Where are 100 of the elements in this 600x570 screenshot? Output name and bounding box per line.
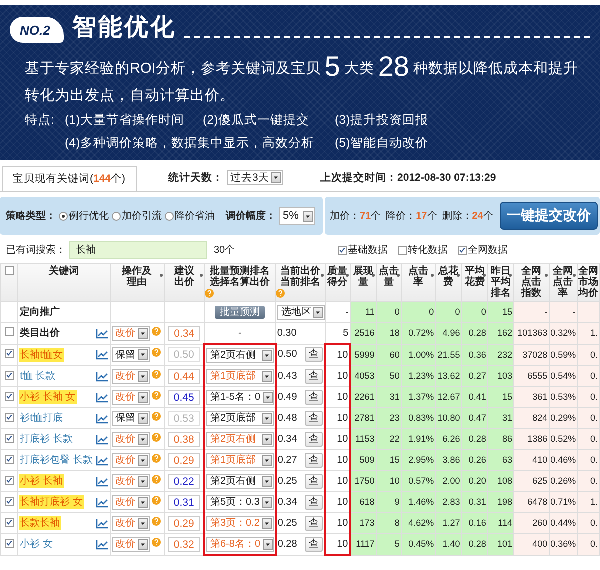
- checkbox[interactable]: [4, 538, 14, 548]
- sort-icon[interactable]: [396, 274, 400, 277]
- range-dropdown[interactable]: 5%: [279, 207, 315, 225]
- chart-icon[interactable]: [96, 370, 109, 382]
- strategy-radio[interactable]: 加价引流: [112, 209, 162, 223]
- bid-field[interactable]: 0.22: [168, 474, 200, 488]
- chart-icon[interactable]: [96, 412, 109, 424]
- caret-icon: [138, 370, 148, 382]
- caret-icon: [313, 306, 324, 318]
- table-cell: 18: [376, 322, 402, 344]
- checkbox[interactable]: [4, 327, 14, 336]
- tab[interactable]: 宝贝现有关键词(144个): [2, 166, 137, 190]
- table-cell: 232: [488, 344, 514, 366]
- check-button[interactable]: 查: [305, 494, 324, 510]
- caret-icon: [138, 454, 148, 466]
- action-dropdown[interactable]: 保留: [112, 410, 150, 426]
- feature-text: (5)智能自动改价: [335, 135, 430, 152]
- help-icon: [152, 412, 161, 420]
- days-dropdown[interactable]: 过去3天: [226, 170, 283, 185]
- checkbox[interactable]: [4, 412, 14, 422]
- table-cell: 0.20: [462, 470, 488, 492]
- chart-icon[interactable]: [96, 434, 109, 444]
- chart-icon[interactable]: [96, 392, 109, 402]
- checkbox[interactable]: [458, 246, 468, 254]
- table-cell: 0.30: [276, 322, 326, 344]
- check-button[interactable]: 查: [305, 347, 324, 362]
- features-label: 特点:: [25, 112, 56, 129]
- rank-dropdown[interactable]: 第2页右侧: [206, 474, 274, 488]
- check-button[interactable]: 查: [305, 368, 324, 384]
- check-button[interactable]: 查: [305, 516, 324, 530]
- caret-icon: [138, 518, 148, 528]
- table-cell: 0.47: [462, 408, 488, 428]
- table-cell: 31: [488, 408, 514, 428]
- table-cell: 0.16: [462, 512, 488, 534]
- submit-button[interactable]: 一键提交改价: [500, 202, 598, 230]
- checkbox[interactable]: [4, 476, 14, 484]
- table-cell: 0.53%: [549, 386, 578, 408]
- batch-predict-button[interactable]: 批量预测: [215, 306, 266, 319]
- strategy-radio[interactable]: 例行优化: [59, 209, 109, 223]
- table-cell: 86: [488, 428, 514, 450]
- chart-icon[interactable]: [96, 496, 109, 508]
- checkbox[interactable]: [4, 518, 14, 526]
- strategy-radio[interactable]: 降价省油: [165, 209, 215, 223]
- sort-icon[interactable]: [457, 274, 460, 277]
- chart-icon[interactable]: [96, 328, 109, 339]
- check-button[interactable]: 查: [305, 536, 324, 552]
- current-bid: 0.48: [278, 412, 298, 424]
- checkbox[interactable]: [398, 246, 408, 254]
- chart-icon[interactable]: [96, 538, 109, 550]
- sort-icon[interactable]: [483, 274, 486, 277]
- rank-dropdown[interactable]: 第1-5名：0: [206, 390, 274, 404]
- table-cell: 0: [462, 302, 488, 322]
- check-button[interactable]: 查: [305, 452, 324, 468]
- sort-icon[interactable]: [372, 274, 375, 277]
- table-cell: 509: [350, 450, 376, 470]
- table-cell: 0.27: [462, 366, 488, 386]
- chart-icon[interactable]: [96, 518, 109, 528]
- search-field[interactable]: 长袖: [69, 241, 207, 259]
- checkbox[interactable]: [4, 496, 14, 506]
- check-button[interactable]: 查: [305, 432, 324, 446]
- chart-icon[interactable]: [96, 349, 109, 360]
- table-cell: 4053: [350, 366, 376, 386]
- sort-icon[interactable]: [509, 274, 512, 277]
- check-button[interactable]: 查: [305, 474, 324, 488]
- chart-icon[interactable]: [96, 476, 109, 486]
- checkbox[interactable]: [4, 434, 14, 442]
- checkbox[interactable]: [4, 454, 14, 464]
- table-cell: 1.00%: [401, 344, 436, 366]
- chart-icon[interactable]: [96, 454, 109, 466]
- table-cell: 0.83%: [401, 408, 436, 428]
- table-cell: 0.72%: [401, 322, 436, 344]
- section-badge: NO.2: [10, 17, 64, 43]
- bid-field[interactable]: 0.31: [168, 494, 200, 510]
- checkbox[interactable]: [4, 349, 14, 358]
- table-cell: 8: [376, 512, 402, 534]
- action-dropdown[interactable]: 保留: [112, 347, 150, 362]
- table-cell: 2.00: [436, 470, 462, 492]
- table-cell: 50: [376, 366, 402, 386]
- bid-field[interactable]: 0.45: [168, 390, 200, 404]
- column-header[interactable]: 关键词: [48, 266, 79, 277]
- rank-dropdown[interactable]: 第2页底部: [206, 410, 274, 426]
- check-button[interactable]: 查: [305, 410, 324, 426]
- table-cell: 3.86: [436, 450, 462, 470]
- table-cell: 1.: [577, 492, 600, 512]
- caret-icon: [271, 172, 282, 183]
- table-cell: 0.71%: [549, 492, 578, 512]
- checkbox[interactable]: [4, 266, 14, 275]
- region-dropdown[interactable]: 选地区: [277, 304, 324, 320]
- checkbox[interactable]: [4, 392, 14, 400]
- checkbox[interactable]: [4, 370, 14, 380]
- table-cell: 0.28: [462, 534, 488, 555]
- sort-icon[interactable]: [346, 274, 349, 277]
- checkbox[interactable]: [338, 246, 348, 254]
- table-cell: 22: [376, 428, 402, 450]
- rank-dropdown[interactable]: 第2页右侧: [206, 348, 274, 362]
- rank-dropdown[interactable]: 第5页：0.3: [206, 494, 274, 510]
- table-cell: 1153: [350, 428, 376, 450]
- table-cell: 13.62: [436, 366, 462, 386]
- check-button[interactable]: 查: [305, 390, 324, 404]
- keyword-text: 定向推广: [19, 305, 62, 319]
